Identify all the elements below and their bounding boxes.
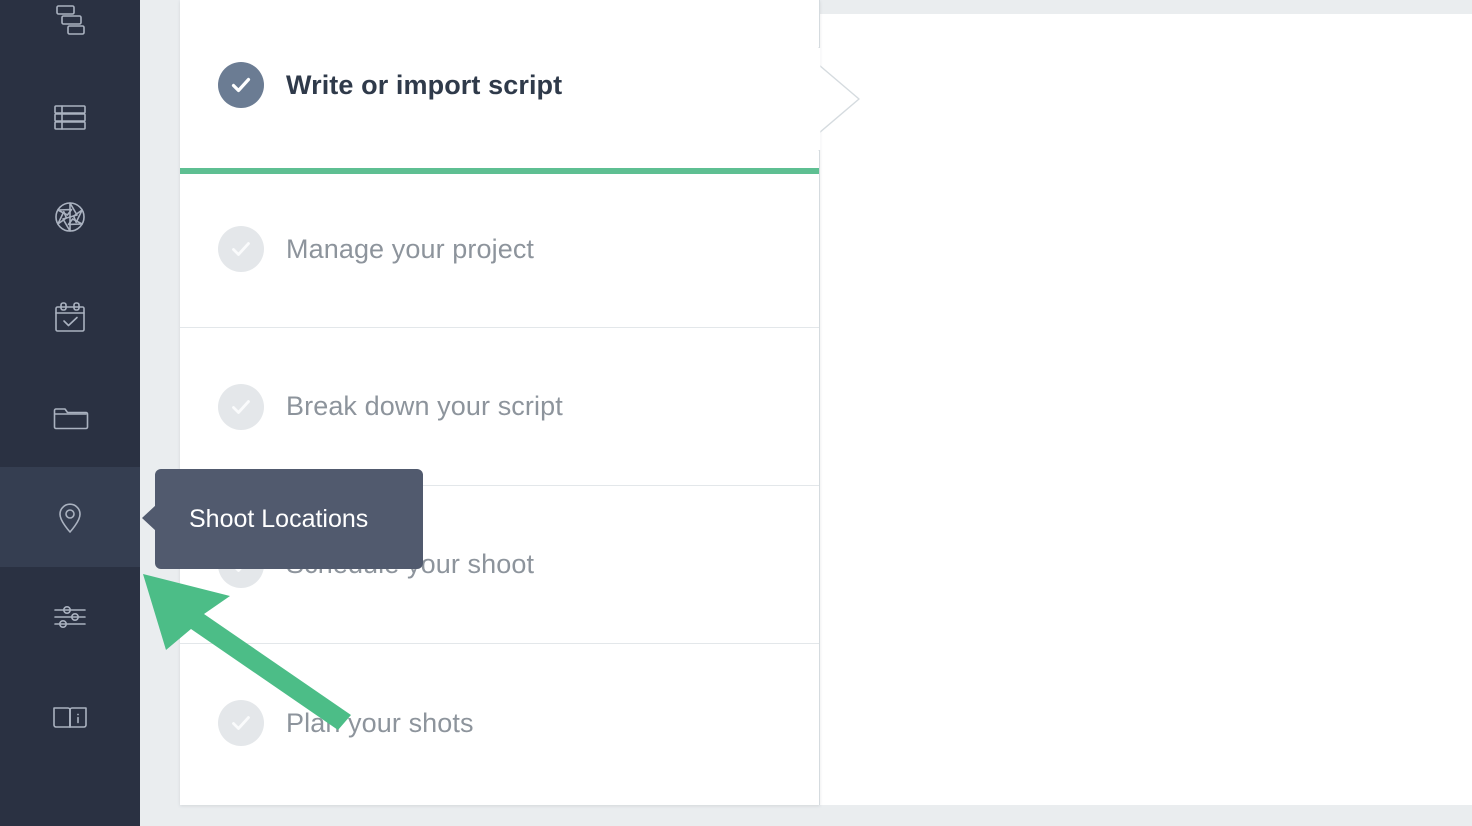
check-circle-icon-pending xyxy=(218,383,264,430)
checklist-item-manage-your-project[interactable]: Manage your project xyxy=(180,170,819,328)
shoot-locations-tooltip: Shoot Locations xyxy=(142,469,423,569)
sidebar-item-calendar[interactable] xyxy=(0,267,140,367)
checklist-item-label: Plan your shots xyxy=(286,707,474,738)
active-step-accent-bar xyxy=(180,168,819,174)
open-book-info-icon xyxy=(48,695,92,739)
checklist-item-break-down-your-script[interactable]: Break down your script xyxy=(180,328,819,486)
gantt-chart-icon xyxy=(48,0,92,40)
check-circle-icon-pending xyxy=(218,700,264,746)
map-pin-icon xyxy=(48,495,92,539)
checklist-item-write-or-import-script[interactable]: Write or import script xyxy=(180,0,819,170)
sidebar-item-settings[interactable] xyxy=(0,567,140,667)
checklist-item-plan-your-shots[interactable]: Plan your shots xyxy=(180,644,819,802)
sliders-icon xyxy=(48,595,92,639)
onboarding-checklist-panel: Write or import script Manage your proje… xyxy=(180,0,860,805)
sidebar-item-stripboard[interactable] xyxy=(0,67,140,167)
checklist-item-label: Manage your project xyxy=(286,233,535,264)
sidebar-item-files[interactable] xyxy=(0,367,140,467)
sidebar-item-schedule-board[interactable] xyxy=(0,0,140,68)
checklist-item-label: Write or import script xyxy=(286,69,563,100)
check-circle-icon-done xyxy=(218,62,264,108)
folder-icon xyxy=(48,395,92,439)
stripboard-icon xyxy=(48,95,92,139)
app-root: Write or import script Manage your proje… xyxy=(0,0,1472,826)
tooltip-label: Shoot Locations xyxy=(189,504,369,533)
checklist-item-label: Break down your script xyxy=(286,391,563,421)
calendar-check-icon xyxy=(48,295,92,339)
sidebar-nav xyxy=(0,0,140,826)
tooltip-arrow-icon xyxy=(142,505,156,531)
sidebar-item-shots[interactable] xyxy=(0,167,140,267)
check-circle-icon-pending xyxy=(218,226,264,272)
sidebar-item-help[interactable] xyxy=(0,667,140,767)
sidebar-item-shoot-locations[interactable] xyxy=(0,467,140,567)
camera-aperture-icon xyxy=(48,195,92,239)
main-content-pane xyxy=(820,14,1472,805)
